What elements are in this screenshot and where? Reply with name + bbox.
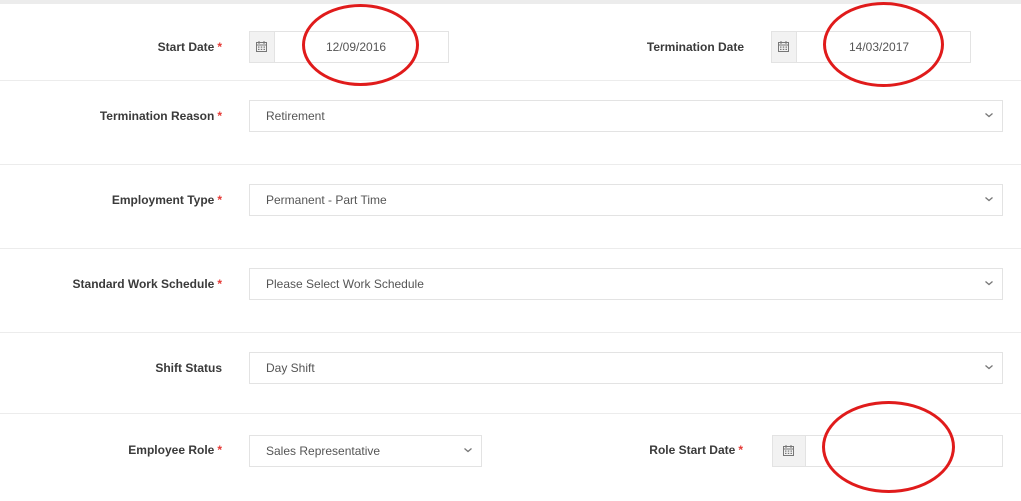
calendar-icon[interactable] bbox=[773, 436, 806, 466]
row-divider bbox=[0, 248, 1021, 249]
employment-type-label: Employment Type * bbox=[111, 193, 222, 207]
termination-date-value: 14/03/2017 bbox=[849, 40, 910, 54]
role-start-date-label: Role Start Date * bbox=[649, 443, 743, 457]
start-date-value: 12/09/2016 bbox=[326, 40, 387, 54]
standard-work-schedule-label: Standard Work Schedule * bbox=[72, 277, 222, 291]
termination-date-field[interactable]: 14/03/2017 bbox=[771, 31, 971, 63]
required-marker: * bbox=[217, 443, 222, 457]
required-marker: * bbox=[217, 40, 222, 54]
required-marker: * bbox=[738, 443, 743, 457]
role-start-date-field[interactable] bbox=[772, 435, 1003, 467]
chevron-down-icon bbox=[985, 113, 993, 118]
start-date-field[interactable]: 12/09/2016 bbox=[249, 31, 449, 63]
termination-date-label: Termination Date bbox=[646, 40, 744, 54]
termination-reason-select[interactable]: Retirement bbox=[249, 100, 1003, 132]
row-divider bbox=[0, 164, 1021, 165]
standard-work-schedule-select[interactable]: Please Select Work Schedule bbox=[249, 268, 1003, 300]
shift-status-label: Shift Status bbox=[155, 361, 222, 375]
employee-role-label: Employee Role * bbox=[128, 443, 222, 457]
employment-type-select[interactable]: Permanent - Part Time bbox=[249, 184, 1003, 216]
shift-status-value: Day Shift bbox=[266, 361, 315, 375]
start-date-label: Start Date * bbox=[157, 40, 222, 54]
row-divider bbox=[0, 332, 1021, 333]
employment-type-value: Permanent - Part Time bbox=[266, 193, 387, 207]
row-divider bbox=[0, 413, 1021, 414]
standard-work-schedule-value: Please Select Work Schedule bbox=[266, 277, 424, 291]
employee-form-page: Start Date * 12/09/2016 Termination Date … bbox=[0, 0, 1021, 501]
calendar-icon[interactable] bbox=[772, 32, 797, 62]
chevron-down-icon bbox=[985, 281, 993, 286]
required-marker: * bbox=[217, 277, 222, 291]
chevron-down-icon bbox=[985, 197, 993, 202]
required-marker: * bbox=[217, 193, 222, 207]
termination-reason-value: Retirement bbox=[266, 109, 325, 123]
row-divider bbox=[0, 80, 1021, 81]
termination-reason-label: Termination Reason * bbox=[99, 109, 222, 123]
chevron-down-icon bbox=[985, 365, 993, 370]
chevron-down-icon bbox=[464, 448, 472, 453]
calendar-icon[interactable] bbox=[250, 32, 275, 62]
top-border bbox=[0, 0, 1021, 4]
required-marker: * bbox=[217, 109, 222, 123]
employee-role-select[interactable]: Sales Representative bbox=[249, 435, 482, 467]
shift-status-select[interactable]: Day Shift bbox=[249, 352, 1003, 384]
employee-role-value: Sales Representative bbox=[266, 444, 381, 458]
